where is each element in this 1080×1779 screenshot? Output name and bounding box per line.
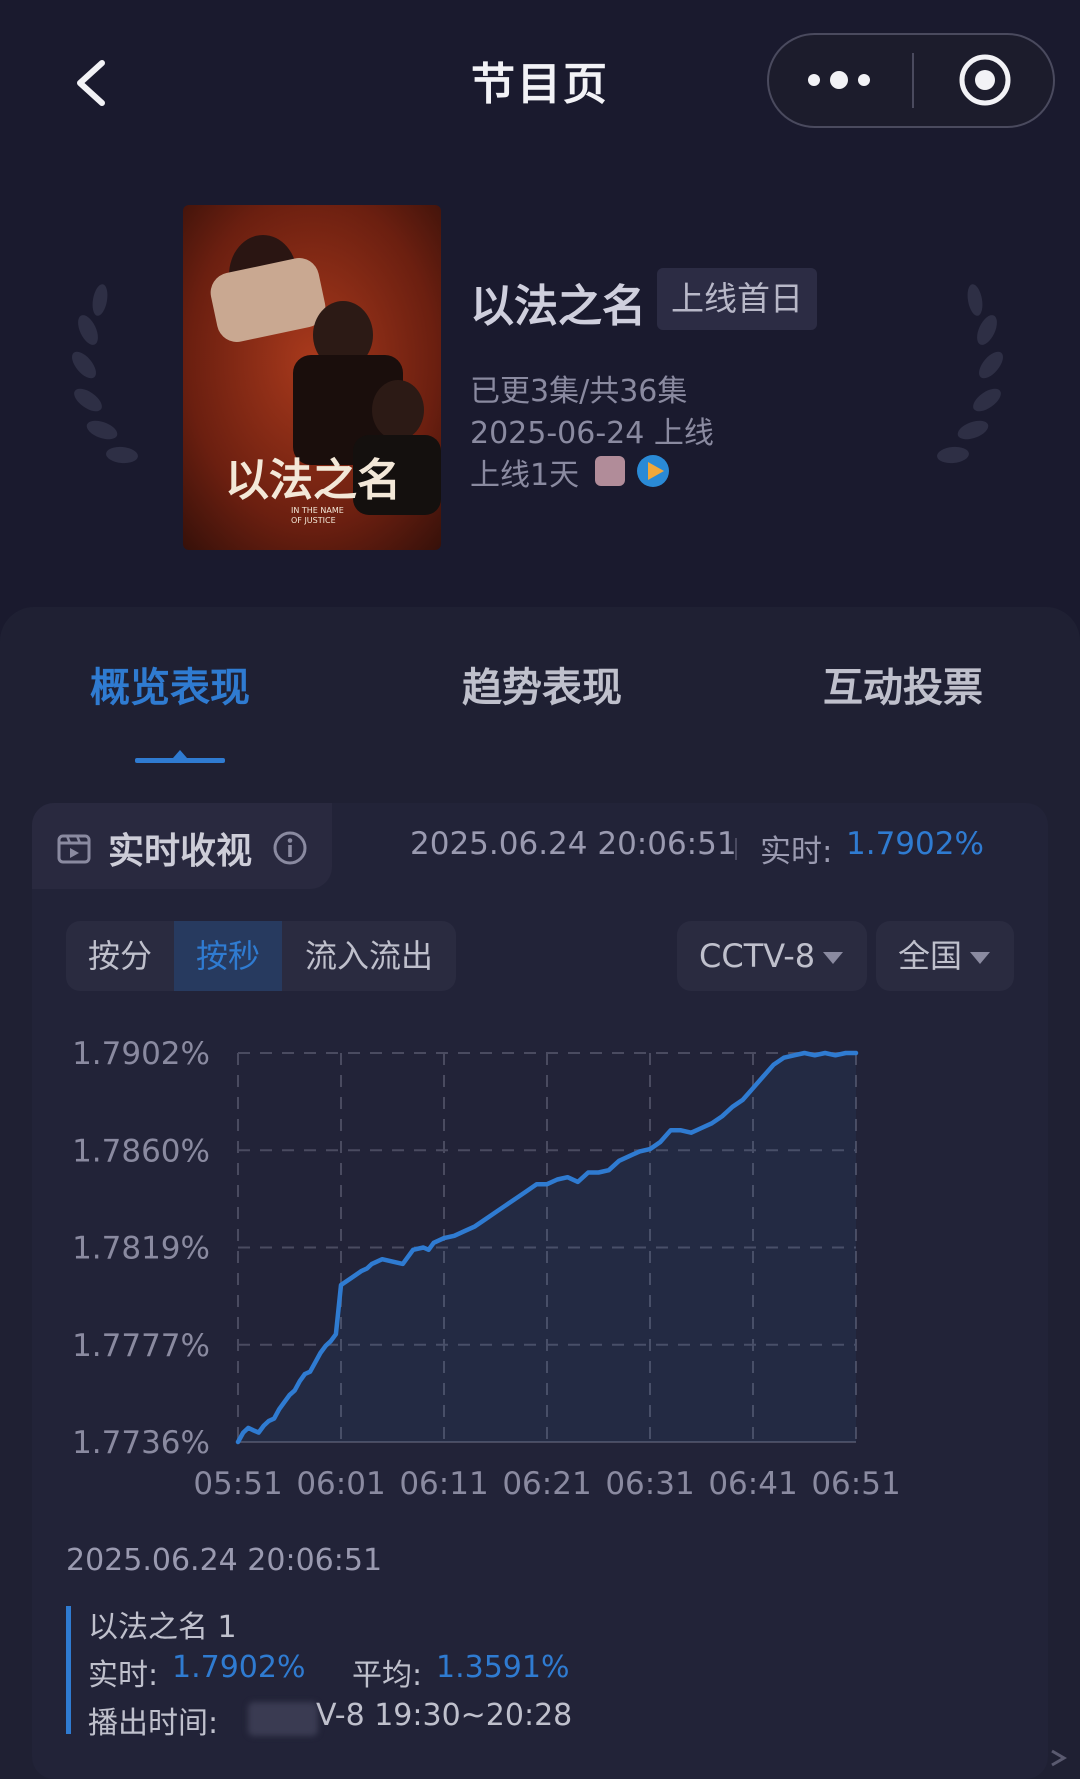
episode-count: 已更3集/共36集 [470, 374, 688, 409]
laurel-right-icon [937, 284, 1003, 464]
detail-accent-bar [66, 1606, 71, 1734]
tab-trend[interactable]: 趋势表现 [462, 655, 622, 713]
detail-airtime-label: 播出时间: [88, 1706, 219, 1741]
mini-program-capsule [767, 33, 1055, 128]
y-tick-label: 1.7736% [72, 1425, 210, 1461]
more-button[interactable] [769, 35, 909, 126]
y-tick-label: 1.7819% [72, 1231, 210, 1267]
program-title: 以法之名 [470, 281, 646, 332]
release-date: 2025-06-24 上线 [470, 416, 714, 451]
granularity-segmented-control: 按分 按秒 流入流出 [66, 921, 456, 991]
realtime-label: 实时: [760, 834, 833, 870]
detail-timestamp: 2025.06.24 20:06:51 [66, 1543, 383, 1578]
poster-subtitle-1: IN THE NAME [291, 506, 344, 515]
platform-icons [595, 455, 669, 487]
blurred-channel-text [248, 1702, 318, 1736]
poster-title-text: 以法之名 [225, 455, 401, 506]
tab-overview[interactable]: 概览表现 [90, 655, 250, 713]
detail-average-value: 1.3591% [436, 1650, 570, 1685]
x-tick-label: 06:41 [708, 1466, 797, 1502]
poster-subtitle-2: OF JUSTICE [291, 516, 336, 525]
caret-down-icon [970, 952, 991, 964]
segment-by-second[interactable]: 按秒 [174, 921, 282, 991]
top-nav-bar: 节目页 [0, 0, 1080, 165]
laurel-left-icon [72, 284, 138, 464]
capsule-divider [912, 53, 914, 108]
blurred-platform-icon [595, 456, 625, 486]
target-circle-icon [959, 54, 1011, 106]
program-poster[interactable]: 以法之名 IN THE NAME OF JUSTICE [183, 205, 441, 550]
x-tick-label: 06:11 [399, 1466, 488, 1502]
rating-line-chart[interactable]: 05:51 06:01 06:11 06:21 06:31 06:41 06:51 1.773… [50, 1020, 1030, 1520]
segment-by-minute[interactable]: 按分 [66, 921, 174, 991]
detail-realtime-label: 实时: [88, 1658, 159, 1693]
card-title: 实时收视 [108, 831, 253, 872]
x-tick-label: 06:01 [296, 1466, 385, 1502]
detail-average-label: 平均: [352, 1658, 423, 1693]
status-badge: 上线首日 [657, 268, 817, 330]
realtime-timestamp: 2025.06.24 20:06:51 [410, 826, 737, 862]
region-value: 全国 [898, 937, 963, 975]
y-tick-label: 1.7902% [72, 1036, 210, 1072]
x-tick-label: 06:51 [811, 1466, 900, 1502]
info-icon[interactable] [272, 830, 308, 866]
channel-value: CCTV-8 [699, 937, 816, 975]
channel-dropdown[interactable]: CCTV-8 [677, 921, 867, 991]
detail-airtime-value: V-8 19:30~20:28 [316, 1698, 573, 1733]
segment-flow-in-out[interactable]: 流入流出 [282, 921, 456, 991]
detail-program-name: 以法之名 1 [88, 1610, 237, 1645]
tab-active-indicator [135, 750, 225, 763]
tab-vote[interactable]: 互动投票 [823, 655, 983, 713]
region-dropdown[interactable]: 全国 [876, 921, 1014, 991]
days-online: 上线1天 [470, 458, 580, 493]
caret-down-icon [823, 952, 844, 964]
x-tick-label: 05:51 [193, 1466, 282, 1502]
y-tick-label: 1.7860% [72, 1133, 210, 1169]
close-button[interactable] [915, 35, 1055, 126]
x-tick-label: 06:31 [605, 1466, 694, 1502]
corner-watermark-icon [1051, 1749, 1067, 1767]
detail-realtime-value: 1.7902% [172, 1650, 306, 1685]
more-dots-icon [808, 71, 870, 89]
tv-icon [57, 834, 91, 864]
y-tick-label: 1.7777% [72, 1328, 210, 1364]
x-tick-label: 06:21 [502, 1466, 591, 1502]
realtime-value: 1.7902% [846, 826, 984, 862]
header-divider [735, 838, 737, 860]
poster-image: 以法之名 IN THE NAME OF JUSTICE [183, 205, 441, 550]
